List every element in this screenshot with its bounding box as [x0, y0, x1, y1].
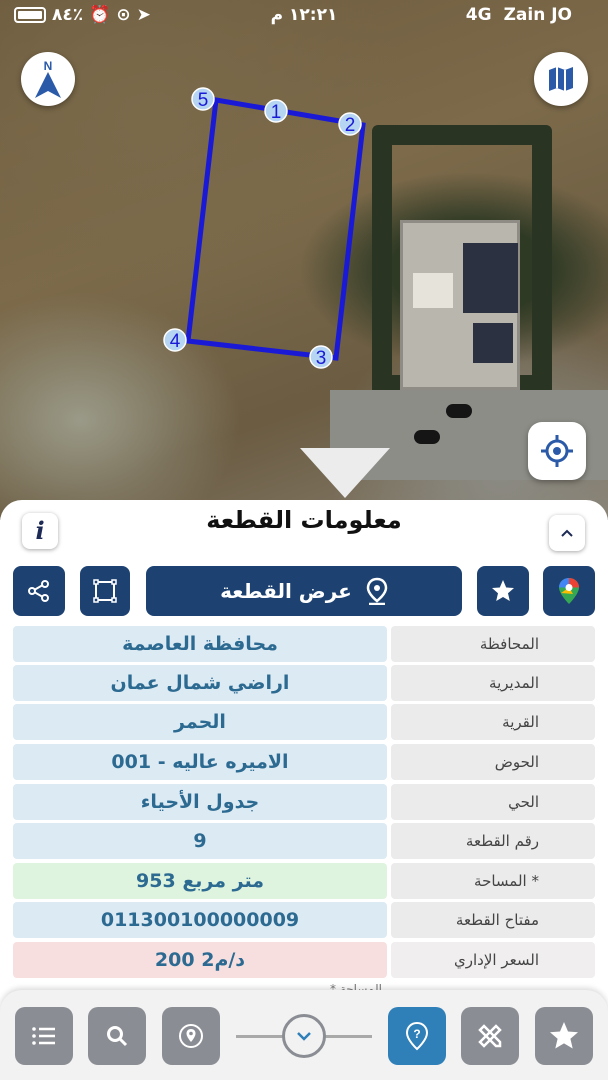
table-row: محافظة العاصمة المحافظة [13, 626, 595, 662]
plot-boundary[interactable]: 5 1 2 3 4 [0, 0, 608, 520]
svg-text:N: N [44, 59, 53, 73]
table-row: 011300100000009 مفتاح القطعة [13, 902, 595, 938]
row-label: المديرية [391, 665, 595, 701]
chevron-up-icon [561, 529, 573, 537]
row-label: القرية [391, 704, 595, 740]
table-row: 9 رقم القطعة [13, 823, 595, 859]
vertex-marker-4[interactable]: 4 [163, 328, 187, 352]
crosshair-icon [541, 435, 573, 467]
row-value: 9 [13, 823, 387, 859]
table-row: الاميره عاليه - 001 الحوض [13, 744, 595, 780]
row-label: رقم القطعة [391, 823, 595, 859]
share-button[interactable] [13, 566, 65, 616]
svg-text:?: ? [413, 1027, 420, 1041]
row-label: المحافظة [391, 626, 595, 662]
carrier-name: Zain JO [503, 5, 572, 25]
compass-button[interactable]: N [21, 52, 75, 106]
measure-tools-button[interactable] [461, 1007, 519, 1065]
row-label: المساحة * [391, 863, 595, 899]
info-button[interactable]: i [22, 513, 58, 549]
compass-north-icon: N [35, 59, 61, 98]
my-location-button[interactable] [528, 422, 586, 480]
status-bar: ٨٤٪ ⏰ ⊙ ➤ ١٢:٢١ م 4G Zain JO [0, 0, 608, 32]
google-maps-icon [559, 578, 579, 604]
google-maps-button[interactable] [543, 566, 595, 616]
search-button[interactable] [88, 1007, 146, 1065]
panel-toggle-button[interactable] [282, 1014, 326, 1058]
row-value: 953 متر مربع [13, 863, 387, 899]
favorite-button[interactable] [477, 566, 529, 616]
vertex-marker-3[interactable]: 3 [309, 345, 333, 369]
polygon-icon [93, 579, 117, 603]
row-label: مفتاح القطعة [391, 902, 595, 938]
svg-text:2: 2 [345, 115, 356, 136]
svg-text:4: 4 [170, 331, 181, 352]
row-value: الحمر [13, 704, 387, 740]
satellite-map[interactable]: 5 1 2 3 4 [0, 0, 608, 520]
panel-title: معلومات القطعة [206, 506, 402, 534]
row-label: السعر الإداري [391, 942, 595, 978]
pin-circle-icon [179, 1024, 203, 1048]
favorites-list-button[interactable] [535, 1007, 593, 1065]
list-button[interactable] [15, 1007, 73, 1065]
row-value: 011300100000009 [13, 902, 387, 938]
row-label: الحوض [391, 744, 595, 780]
table-row: 200 د/م2 السعر الإداري [13, 942, 595, 978]
help-pin-icon: ? [405, 1021, 429, 1051]
table-row: الحمر القرية [13, 704, 595, 740]
row-value: 200 د/م2 [13, 942, 387, 978]
row-value: جدول الأحياء [13, 784, 387, 820]
svg-text:3: 3 [316, 348, 327, 369]
network-type: 4G [465, 5, 492, 25]
table-row: جدول الأحياء الحي [13, 784, 595, 820]
star-icon [550, 1022, 578, 1049]
row-value: اراضي شمال عمان [13, 665, 387, 701]
help-button[interactable]: ? [388, 1007, 446, 1065]
vertex-marker-1[interactable]: 1 [264, 99, 288, 123]
row-value: الاميره عاليه - 001 [13, 744, 387, 780]
chevron-down-icon [297, 1032, 311, 1041]
map-layers-button[interactable] [534, 52, 588, 106]
location-pin-icon [366, 577, 388, 605]
table-row: 953 متر مربع المساحة * [13, 863, 595, 899]
view-plot-label: عرض القطعة [220, 579, 352, 603]
map-icon [549, 67, 573, 91]
search-icon [107, 1026, 128, 1047]
row-value: محافظة العاصمة [13, 626, 387, 662]
ruler-pencil-icon [478, 1024, 502, 1048]
view-plot-button[interactable]: عرض القطعة [146, 566, 462, 616]
location-search-button[interactable] [162, 1007, 220, 1065]
row-label: الحي [391, 784, 595, 820]
svg-text:5: 5 [198, 90, 209, 111]
vertex-marker-2[interactable]: 2 [338, 112, 362, 136]
table-row: اراضي شمال عمان المديرية [13, 665, 595, 701]
vertex-marker-5[interactable]: 5 [191, 87, 215, 111]
share-icon [28, 580, 49, 602]
polygon-button[interactable] [80, 566, 130, 616]
svg-text:1: 1 [271, 102, 282, 123]
list-icon [32, 1027, 55, 1045]
collapse-button[interactable] [549, 515, 585, 551]
star-icon [492, 580, 514, 601]
